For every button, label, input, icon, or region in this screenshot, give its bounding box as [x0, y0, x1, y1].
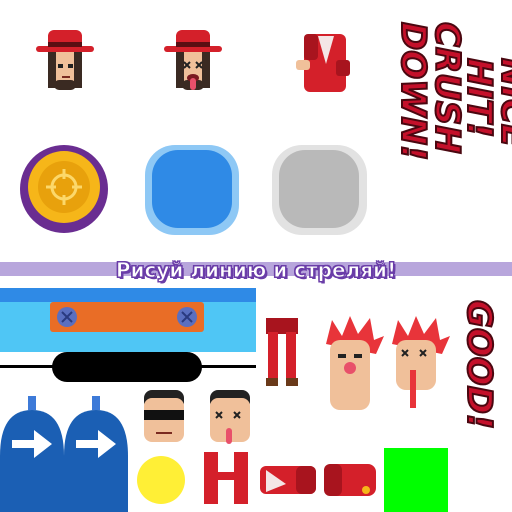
- dead-redhead-head-icon: [392, 316, 450, 408]
- red-torso-icon: [296, 34, 350, 92]
- blue-button-face: [152, 150, 232, 228]
- arrow-right-icon[interactable]: [64, 396, 128, 512]
- nice-hit-label: NICE HIT!: [458, 57, 512, 148]
- coin-target-icon: [20, 145, 108, 233]
- red-sleeve-icon: [260, 466, 316, 494]
- red-legs-icon: [266, 318, 298, 386]
- redhead-head-icon: [326, 316, 384, 410]
- gray-button-face: [279, 150, 359, 228]
- instruction-text: Рисуй линию и стреляй!: [115, 258, 397, 283]
- red-arm-icon: [324, 464, 376, 496]
- good-label: GOOD!: [458, 299, 500, 430]
- sky-panel-top: [0, 288, 256, 302]
- yellow-circle: [137, 456, 185, 504]
- dead-cowboy-head-icon: [164, 30, 222, 90]
- cowboy-head-icon: [36, 30, 94, 90]
- green-square: [384, 448, 448, 512]
- black-line: [0, 365, 256, 368]
- red-pants-icon: [204, 452, 248, 504]
- crush-down-label: CRUSH DOWN!: [392, 21, 468, 162]
- screw-icon: [177, 307, 197, 327]
- instruction-banner: Рисуй линию и стреляй!: [0, 254, 512, 286]
- sunglasses-agent-icon: [144, 390, 184, 442]
- screw-icon: [57, 307, 77, 327]
- dead-agent-icon: [210, 390, 250, 444]
- arrow-right-icon[interactable]: [0, 396, 64, 512]
